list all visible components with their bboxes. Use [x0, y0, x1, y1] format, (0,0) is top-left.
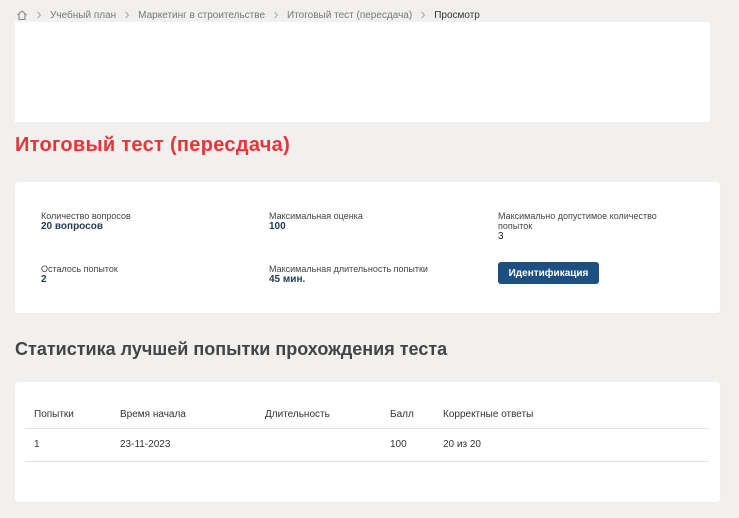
cell-duration: [256, 428, 381, 462]
table-row: 1 23-11-2023 100 20 из 20: [25, 428, 709, 462]
duration-label: Максимальная длительность попытки: [269, 264, 428, 274]
max-attempts: Максимально допустимое количество попыто…: [498, 211, 678, 243]
cell-score: 100: [381, 428, 434, 462]
column-header-start-time: Время начала: [111, 401, 256, 429]
cell-correct: 20 из 20: [434, 428, 709, 462]
questions-count: Количество вопросов 20 вопросов: [41, 211, 251, 233]
stats-section-title: Статистика лучшей попытки прохождения те…: [15, 339, 448, 359]
column-header-duration: Длительность: [256, 401, 381, 429]
chevron-right-icon: [270, 9, 282, 21]
max-score: Максимальная оценка 100: [269, 211, 479, 233]
table-header-row: Попытки Время начала Длительность Балл К…: [25, 401, 709, 429]
chevron-right-icon: [33, 9, 45, 21]
remaining-label: Осталось попыток: [41, 264, 118, 274]
stats-card: Попытки Время начала Длительность Балл К…: [15, 382, 720, 502]
column-header-attempts: Попытки: [25, 401, 111, 429]
max-score-label: Максимальная оценка: [269, 211, 363, 221]
max-attempts-label: Максимально допустимое количество попыто…: [498, 211, 657, 231]
breadcrumb-current: Просмотр: [434, 9, 480, 21]
remaining-attempts: Осталось попыток 2: [41, 264, 251, 286]
cell-start-time: 23-11-2023: [111, 428, 256, 462]
chevron-right-icon: [121, 9, 133, 21]
test-info-card: Количество вопросов 20 вопросов Максимал…: [15, 182, 720, 313]
max-attempts-value: 3: [498, 231, 504, 242]
max-duration: Максимальная длительность попытки 45 мин…: [269, 264, 479, 286]
duration-value: 45 мин.: [269, 274, 306, 285]
cell-attempt: 1: [25, 428, 111, 462]
breadcrumb-link-course[interactable]: Маркетинг в строительстве: [138, 10, 265, 21]
breadcrumb-link-test[interactable]: Итоговый тест (пересдача): [287, 10, 412, 21]
banner-area: [15, 22, 710, 122]
page-title: Итоговый тест (пересдача): [15, 134, 291, 156]
questions-label: Количество вопросов: [41, 211, 131, 221]
stats-table: Попытки Время начала Длительность Балл К…: [25, 401, 709, 462]
breadcrumb-link-plan[interactable]: Учебный план: [50, 10, 116, 21]
questions-value: 20 вопросов: [41, 221, 103, 232]
home-icon[interactable]: [16, 9, 28, 21]
column-header-correct: Корректные ответы: [434, 401, 709, 429]
column-header-score: Балл: [381, 401, 434, 429]
breadcrumb: Учебный план Маркетинг в строительстве И…: [16, 9, 480, 21]
max-score-value: 100: [269, 221, 286, 232]
identification-button[interactable]: Идентификация: [498, 262, 599, 284]
remaining-value: 2: [41, 274, 47, 285]
chevron-right-icon: [417, 9, 429, 21]
